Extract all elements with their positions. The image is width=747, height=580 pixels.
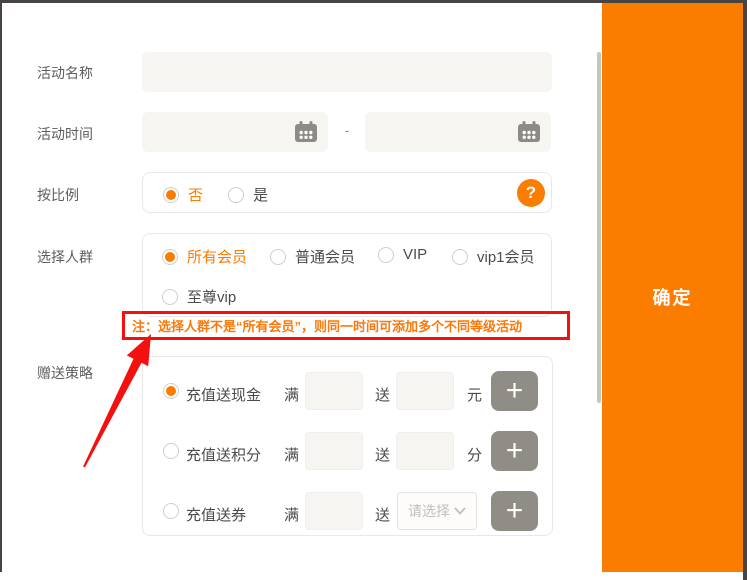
start-date-input[interactable] — [142, 112, 292, 152]
audience-all-label: 所有会员 — [187, 246, 247, 267]
radio-supreme-vip[interactable] — [162, 289, 178, 305]
activity-name-input[interactable] — [142, 52, 552, 92]
audience-option-normal[interactable]: 普通会员 — [270, 246, 355, 267]
radio-vip[interactable] — [378, 247, 394, 263]
gift-row-coupon: 充值送券 满 送 请选择 + — [143, 491, 552, 531]
min-word: 满 — [284, 384, 299, 405]
end-date-field[interactable] — [365, 112, 551, 152]
unit-points: 分 — [467, 444, 482, 465]
audience-supreme-vip-label: 至尊vip — [187, 286, 236, 307]
add-coupon-rule-button[interactable]: + — [491, 491, 538, 531]
give-word: 送 — [375, 444, 390, 465]
ratio-no-label: 否 — [188, 184, 203, 205]
note-text: 注：选择人群不是“所有会员”，则同一时间可添加多个不同等级活动 — [125, 316, 522, 335]
window-edge-left — [0, 3, 2, 572]
points-threshold-input[interactable] — [305, 432, 363, 470]
date-range-separator: - — [337, 122, 357, 138]
chevron-down-icon — [454, 507, 466, 515]
points-gift-input[interactable] — [396, 432, 454, 470]
window-edge-right — [743, 0, 747, 580]
cash-gift-input[interactable] — [396, 372, 454, 410]
coupon-threshold-input[interactable] — [305, 492, 363, 530]
gift-points-label: 充值送积分 — [186, 444, 261, 465]
radio-yes[interactable] — [228, 187, 244, 203]
start-date-field[interactable] — [142, 112, 328, 152]
min-word: 满 — [284, 504, 299, 525]
radio-gift-cash-selected[interactable] — [163, 383, 179, 399]
by-ratio-group — [142, 172, 552, 213]
ratio-option-yes[interactable]: 是 — [228, 184, 268, 205]
label-activity-name: 活动名称 — [37, 63, 93, 83]
add-points-rule-button[interactable]: + — [491, 431, 538, 471]
audience-option-supreme-vip[interactable]: 至尊vip — [162, 286, 236, 307]
radio-vip1[interactable] — [452, 249, 468, 265]
calendar-icon[interactable] — [294, 121, 318, 143]
gift-cash-label: 充值送现金 — [186, 384, 261, 405]
audience-option-vip[interactable]: VIP — [378, 246, 427, 263]
add-cash-rule-button[interactable]: + — [491, 371, 538, 411]
gift-strategy-group: 充值送现金 满 送 元 + 充值送积分 满 送 分 + 充值送券 满 送 请选择 — [142, 356, 553, 536]
label-activity-time: 活动时间 — [37, 124, 93, 144]
unit-yuan: 元 — [467, 384, 482, 405]
radio-gift-coupon[interactable] — [163, 503, 179, 519]
vertical-scrollbar-thumb[interactable] — [597, 52, 601, 403]
coupon-select[interactable]: 请选择 — [397, 492, 477, 530]
calendar-icon[interactable] — [517, 121, 541, 143]
radio-normal-member[interactable] — [270, 249, 286, 265]
side-panel: 确定 — [602, 3, 743, 572]
label-audience: 选择人群 — [37, 247, 93, 267]
radio-no-selected[interactable] — [163, 187, 179, 203]
audience-option-all[interactable]: 所有会员 — [162, 246, 247, 267]
gift-coupon-label: 充值送券 — [186, 504, 246, 525]
radio-all-members-selected[interactable] — [162, 249, 178, 265]
gift-row-cash: 充值送现金 满 送 元 + — [143, 371, 552, 411]
give-word: 送 — [375, 504, 390, 525]
coupon-select-placeholder: 请选择 — [408, 501, 450, 521]
radio-gift-points[interactable] — [163, 443, 179, 459]
label-gift-strategy: 赠送策略 — [37, 363, 93, 383]
cash-threshold-input[interactable] — [305, 372, 363, 410]
ratio-option-no[interactable]: 否 — [163, 184, 203, 205]
label-by-ratio: 按比例 — [37, 185, 79, 205]
audience-vip1-label: vip1会员 — [477, 246, 535, 267]
confirm-button[interactable]: 确定 — [602, 284, 743, 310]
audience-normal-label: 普通会员 — [295, 246, 355, 267]
give-word: 送 — [375, 384, 390, 405]
note-highlight-box: 注：选择人群不是“所有会员”，则同一时间可添加多个不同等级活动 — [122, 311, 570, 340]
help-icon[interactable]: ? — [517, 179, 545, 207]
ratio-yes-label: 是 — [253, 184, 268, 205]
min-word: 满 — [284, 444, 299, 465]
gift-row-points: 充值送积分 满 送 分 + — [143, 431, 552, 471]
end-date-input[interactable] — [365, 112, 515, 152]
audience-vip-label: VIP — [403, 246, 427, 263]
dialog-screen: 活动名称 活动时间 按比例 选择人群 赠送策略 - 否 是 — [0, 0, 747, 580]
audience-option-vip1[interactable]: vip1会员 — [452, 246, 535, 267]
